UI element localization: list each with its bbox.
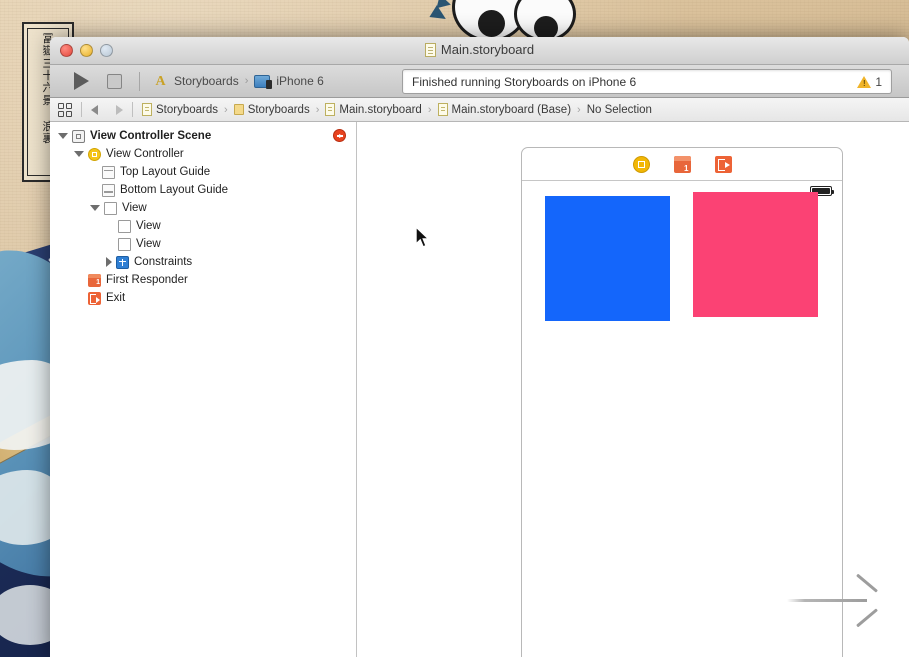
outline-row-subview-2[interactable]: View (50, 235, 356, 253)
breadcrumb-sep-3: › (577, 103, 581, 116)
view-icon (118, 219, 131, 233)
warning-indicator[interactable]: 1 (857, 75, 882, 89)
pink-square-view[interactable] (693, 192, 818, 317)
breadcrumb-item-project[interactable]: Storyboards (142, 103, 218, 116)
stop-button[interactable] (107, 73, 122, 89)
pointer-arrow-annotation (787, 573, 878, 628)
warning-count: 1 (875, 74, 882, 89)
simulator-device-icon (254, 74, 273, 89)
view-icon (118, 237, 131, 251)
storyboard-base-file-icon (437, 103, 448, 116)
scheme-app-icon (153, 74, 168, 89)
arrow-head-upper (856, 573, 878, 593)
exit-icon (88, 291, 101, 305)
breadcrumb: Storyboards › Storyboards › Main.storybo… (142, 103, 652, 116)
breadcrumb-label-2: Main.storyboard (339, 103, 422, 116)
outline-row-constraints[interactable]: Constraints (50, 253, 356, 271)
mouse-cursor (415, 227, 431, 248)
breadcrumb-label-0: Storyboards (156, 103, 219, 116)
outline-row-top-layout-guide[interactable]: Top Layout Guide (50, 163, 356, 181)
breadcrumb-label-4: No Selection (586, 103, 652, 116)
view-controller-icon[interactable] (632, 155, 650, 173)
breadcrumb-sep-2: › (427, 103, 432, 116)
outline-label: View (136, 220, 161, 232)
disclosure-triangle-open-icon[interactable] (90, 205, 100, 211)
breadcrumb-item-storyboard[interactable]: Main.storyboard (325, 103, 422, 116)
blue-square-view[interactable] (545, 196, 670, 321)
breadcrumb-item-storyboard-base[interactable]: Main.storyboard (Base) (437, 103, 572, 116)
breadcrumb-item-selection[interactable]: No Selection (587, 104, 652, 116)
top-layout-guide-icon (102, 165, 115, 179)
editor-split: View Controller Scene View Controller To… (50, 122, 909, 657)
outline-row-first-responder[interactable]: First Responder (50, 271, 356, 289)
project-icon (142, 103, 152, 116)
window-title: Main.storyboard (50, 42, 909, 57)
scene-icon (72, 129, 85, 143)
jumpbar-divider-1 (81, 102, 82, 117)
scheme-selector[interactable]: Storyboards › iPhone 6 (153, 74, 324, 89)
view-controller-icon (88, 147, 101, 161)
outline-row-bottom-layout-guide[interactable]: Bottom Layout Guide (50, 181, 356, 199)
arrow-head-lower (856, 608, 878, 628)
disclosure-triangle-open-icon[interactable] (74, 151, 84, 157)
interface-builder-canvas[interactable] (357, 122, 909, 657)
constraints-icon (116, 255, 129, 269)
warning-triangle-icon (857, 75, 872, 88)
view-icon (104, 201, 117, 215)
first-responder-icon[interactable] (673, 155, 691, 173)
storyboard-file-icon (424, 42, 436, 57)
document-outline: View Controller Scene View Controller To… (50, 122, 357, 657)
toolbar-divider (139, 71, 140, 91)
outline-row-view-controller-scene[interactable]: View Controller Scene (50, 127, 356, 145)
arrow-shaft (787, 599, 867, 602)
xcode-window: Main.storyboard Storyboards › iPhone 6 F… (50, 37, 909, 657)
breadcrumb-item-folder[interactable]: Storyboards (233, 103, 310, 116)
folder-icon (233, 104, 244, 115)
xcode-toolbar: Storyboards › iPhone 6 Finished running … (50, 65, 909, 98)
destination-name: iPhone 6 (276, 74, 324, 88)
outline-label: View (136, 238, 161, 250)
outline-row-view[interactable]: View (50, 199, 356, 217)
error-badge[interactable] (333, 129, 346, 142)
breadcrumb-label-1: Storyboards (247, 103, 310, 116)
outline-label: View Controller Scene (90, 130, 212, 142)
outline-label: Bottom Layout Guide (120, 184, 229, 196)
view-controller-scene[interactable] (521, 147, 843, 657)
scheme-name: Storyboards (174, 74, 239, 88)
outline-label: Constraints (134, 256, 193, 268)
outline-row-subview-1[interactable]: View (50, 217, 356, 235)
activity-status-bar[interactable]: Finished running Storyboards on iPhone 6… (402, 69, 892, 94)
run-button[interactable] (74, 72, 89, 90)
disclosure-triangle-open-icon[interactable] (58, 133, 68, 139)
outline-label: View Controller (106, 148, 184, 160)
bottom-layout-guide-icon (102, 183, 115, 197)
storyboard-file-icon (325, 103, 336, 116)
outline-label: View (122, 202, 147, 214)
outline-label: Exit (106, 292, 126, 304)
window-titlebar: Main.storyboard (50, 37, 909, 65)
window-title-text: Main.storyboard (440, 42, 535, 57)
outline-label: First Responder (106, 274, 188, 286)
navigate-forward-button[interactable] (116, 104, 123, 115)
jump-bar: Storyboards › Storyboards › Main.storybo… (50, 98, 909, 122)
breadcrumb-sep-1: › (315, 103, 320, 116)
related-items-icon[interactable] (58, 102, 72, 117)
disclosure-triangle-closed-icon[interactable] (106, 257, 112, 267)
jumpbar-divider-2 (132, 102, 133, 117)
outline-label: Top Layout Guide (120, 166, 211, 178)
scene-dock (522, 148, 842, 181)
exit-icon[interactable] (714, 155, 732, 173)
scheme-separator-icon: › (244, 75, 249, 87)
outline-row-exit[interactable]: Exit (50, 289, 356, 307)
outline-row-view-controller[interactable]: View Controller (50, 145, 356, 163)
pupil-left (478, 10, 505, 37)
first-responder-icon (88, 273, 101, 287)
breadcrumb-sep-0: › (224, 103, 228, 116)
breadcrumb-label-3: Main.storyboard (Base) (451, 103, 572, 116)
navigate-back-button[interactable] (91, 104, 98, 115)
cartoon-eyes-decoration (429, 0, 582, 42)
status-message: Finished running Storyboards on iPhone 6 (412, 74, 637, 89)
